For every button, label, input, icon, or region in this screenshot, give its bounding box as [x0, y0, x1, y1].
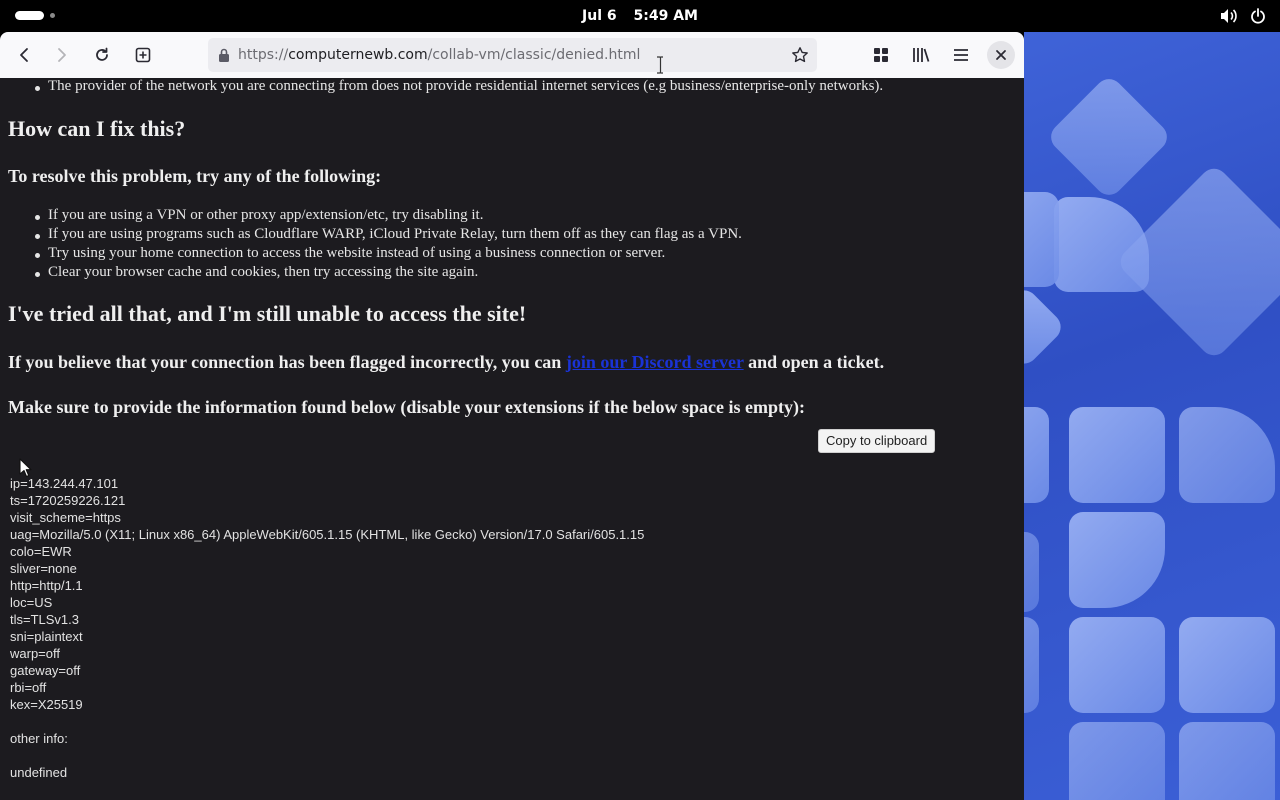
list-item: Clear your browser cache and cookies, th… — [34, 264, 479, 280]
system-tray[interactable] — [1220, 7, 1266, 25]
clock-date: Jul 6 — [582, 8, 617, 24]
url-text[interactable]: https://computernewb.com/collab-vm/class… — [238, 38, 640, 72]
clock[interactable]: Jul 6 5:49 AM — [0, 0, 1280, 32]
list-item: If you are using a VPN or other proxy ap… — [34, 207, 484, 223]
bookmark-star-icon[interactable] — [791, 46, 809, 68]
info-line: sni=plaintext — [10, 629, 83, 644]
info-line — [10, 713, 910, 730]
top-bar: Jul 6 5:49 AM — [0, 0, 1280, 32]
info-line: warp=off — [10, 646, 60, 661]
info-line: kex=X25519 — [10, 697, 83, 712]
url-prefix: https:// — [238, 47, 289, 63]
info-line: sliver=none — [10, 561, 77, 576]
extensions-grid-icon — [874, 48, 888, 62]
provide-info-text: Make sure to provide the information fou… — [8, 397, 806, 417]
flagged-paragraph: If you believe that your connection has … — [8, 352, 884, 373]
lock-icon — [217, 47, 231, 67]
page-content: The provider of the network you are conn… — [0, 78, 1024, 800]
info-line: http=http/1.1 — [10, 578, 83, 593]
back-arrow-icon — [20, 48, 28, 62]
library-icon — [913, 48, 930, 62]
reload-icon — [96, 47, 108, 61]
clock-time: 5:49 AM — [633, 8, 698, 24]
info-line: uag=Mozilla/5.0 (X11; Linux x86_64) Appl… — [10, 527, 645, 542]
hamburger-menu-icon — [954, 49, 968, 61]
discord-link[interactable]: join our Discord server — [566, 352, 744, 372]
back-button[interactable] — [10, 41, 38, 69]
copy-to-clipboard-button[interactable]: Copy to clipboard — [818, 429, 936, 453]
info-line: other info: — [10, 731, 68, 746]
extensions-button[interactable] — [867, 41, 895, 69]
library-button[interactable] — [907, 41, 935, 69]
forward-arrow-icon — [58, 48, 66, 62]
info-line: rbi=off — [10, 680, 47, 695]
fix-heading: How can I fix this? — [8, 116, 186, 141]
browser-toolbar: https://computernewb.com/collab-vm/class… — [0, 32, 1024, 79]
connection-info-block: ip=143.244.47.101 ts=1720259226.121 visi… — [10, 475, 910, 781]
volume-icon — [1220, 8, 1238, 24]
url-host: computernewb.com — [288, 47, 428, 63]
info-line: loc=US — [10, 595, 53, 610]
new-tab-button[interactable] — [129, 41, 157, 69]
url-path: /collab-vm/classic/denied.html — [427, 47, 641, 63]
list-item: If you are using programs such as Cloudf… — [35, 226, 742, 242]
forward-button[interactable] — [48, 41, 76, 69]
list-item: Try using your home connection to access… — [34, 245, 666, 261]
text-cursor-icon — [655, 56, 665, 78]
info-line: undefined — [10, 765, 68, 780]
close-window-button[interactable] — [987, 41, 1015, 69]
info-line: colo=EWR — [10, 544, 72, 559]
flagged-prefix: If you believe that your connection has … — [8, 352, 566, 372]
close-icon — [996, 50, 1006, 60]
list-item: The provider of the network you are conn… — [34, 78, 884, 94]
flagged-suffix: and open a ticket. — [743, 352, 885, 372]
info-line — [10, 747, 910, 764]
resolve-heading: To resolve this problem, try any of the … — [8, 166, 382, 186]
info-line: ts=1720259226.121 — [10, 493, 126, 508]
url-bar[interactable]: https://computernewb.com/collab-vm/class… — [208, 38, 817, 72]
reload-button[interactable] — [88, 41, 116, 69]
info-line: ip=143.244.47.101 — [10, 476, 119, 491]
power-icon — [1250, 8, 1266, 24]
new-tab-icon — [135, 47, 151, 63]
info-line: visit_scheme=https — [10, 510, 121, 525]
desktop-wallpaper — [1024, 32, 1280, 800]
menu-button[interactable] — [947, 41, 975, 69]
browser-window: https://computernewb.com/collab-vm/class… — [0, 32, 1024, 800]
info-line: gateway=off — [10, 663, 81, 678]
info-line: tls=TLSv1.3 — [10, 612, 80, 627]
tried-heading: I've tried all that, and I'm still unabl… — [8, 301, 527, 326]
